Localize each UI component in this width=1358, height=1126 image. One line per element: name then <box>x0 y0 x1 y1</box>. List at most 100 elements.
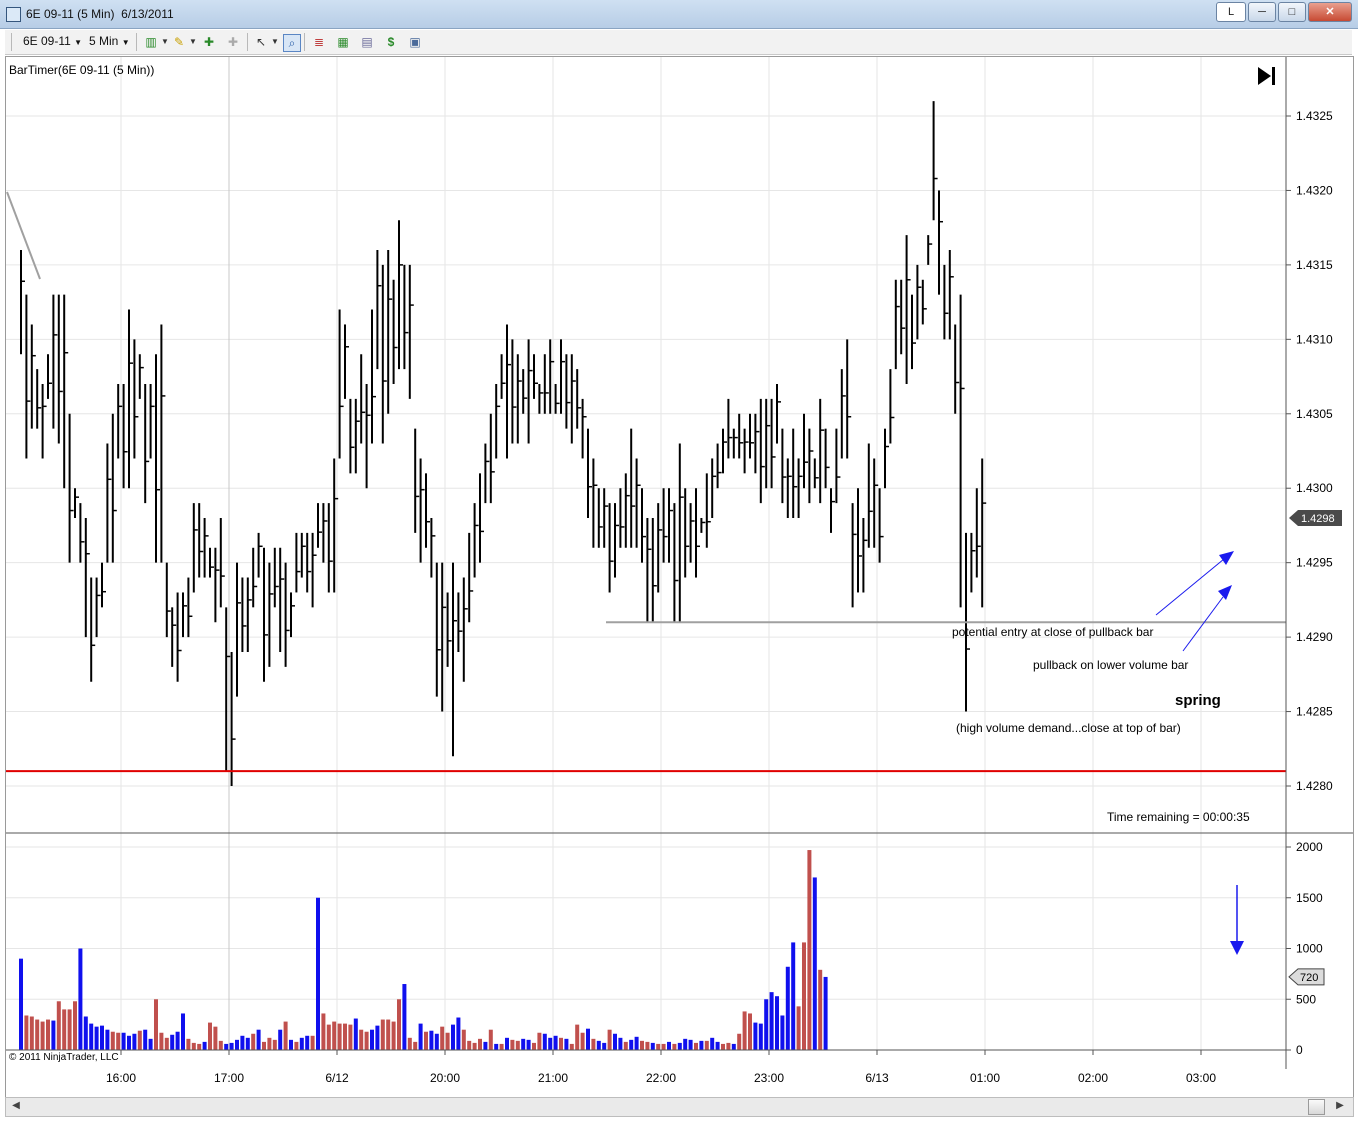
current-price-label: 1.4298 <box>1301 513 1335 525</box>
volume-bar <box>721 1043 725 1050</box>
time-remaining-label: Time remaining = 00:00:35 <box>1107 810 1250 824</box>
volume-bar <box>46 1019 50 1050</box>
volume-bar <box>559 1037 563 1050</box>
indicators-icon[interactable]: ≣ <box>311 34 327 50</box>
volume-bar <box>186 1038 191 1050</box>
volume-bar <box>78 948 83 1050</box>
maximize-button[interactable]: □ <box>1278 2 1306 22</box>
chevron-down-icon[interactable]: ▼ <box>267 34 283 50</box>
volume-bar <box>623 1041 628 1050</box>
price-tick-label: 1.4305 <box>1296 407 1333 421</box>
volume-bar <box>73 1001 77 1050</box>
volume-bar <box>137 1030 142 1050</box>
scroll-to-end-icon[interactable] <box>1258 67 1275 85</box>
volume-bar <box>461 1029 466 1050</box>
minimize-button[interactable]: ─ <box>1248 2 1276 22</box>
volume-bar <box>251 1033 256 1050</box>
volume-bar <box>245 1037 250 1050</box>
volume-bar <box>494 1043 499 1050</box>
volume-bar <box>19 958 23 1050</box>
annotation-demand: (high volume demand...close at top of ba… <box>956 721 1181 735</box>
close-button[interactable]: ✕ <box>1308 2 1352 22</box>
volume-bar <box>386 1019 391 1050</box>
time-tick-label: 6/13 <box>865 1071 889 1085</box>
volume-bar <box>148 1038 153 1050</box>
volume-bar <box>191 1042 196 1050</box>
volume-bar <box>154 999 158 1050</box>
volume-bar <box>397 999 401 1050</box>
tool-icon[interactable]: ✚ <box>201 34 217 50</box>
volume-bar <box>818 969 823 1050</box>
volume-bar <box>267 1037 272 1050</box>
horizontal-scrollbar[interactable]: ◀ ▶ <box>5 1097 1354 1117</box>
volume-bar <box>769 992 774 1050</box>
volume-bar <box>823 976 828 1050</box>
chevron-down-icon[interactable]: ▼ <box>185 34 201 50</box>
volume-bar <box>553 1035 558 1050</box>
properties-icon[interactable]: ▤ <box>359 34 375 50</box>
volume-bar <box>704 1040 709 1050</box>
volume-bar <box>650 1042 655 1050</box>
time-tick-label: 16:00 <box>106 1071 136 1085</box>
zoom-icon[interactable]: ⌕ <box>283 34 301 52</box>
volume-bar <box>726 1042 731 1050</box>
volume-axis: 2000 1500 1000 500 0 <box>1286 840 1323 1057</box>
volume-bar <box>548 1037 553 1050</box>
toolbar-separator <box>247 33 248 51</box>
volume-bar <box>391 1021 396 1050</box>
volume-bar <box>256 1029 261 1050</box>
volume-bar <box>602 1042 607 1050</box>
volume-bar <box>694 1042 698 1050</box>
volume-bar <box>418 1023 423 1050</box>
volume-bar <box>289 1039 293 1050</box>
volume-tick-label: 1500 <box>1296 891 1323 905</box>
volume-bar <box>40 1021 45 1050</box>
volume-bar <box>424 1031 428 1050</box>
volume-bar <box>688 1039 693 1050</box>
volume-bar <box>240 1035 245 1050</box>
volume-bar <box>586 1028 590 1050</box>
dollar-icon[interactable]: $ <box>383 34 399 50</box>
price-tick-label: 1.4295 <box>1296 556 1333 570</box>
chart-panel[interactable]: 1.4325 1.4320 1.4315 1.4310 1.4305 1.4300 1.42… <box>5 56 1354 1098</box>
volume-bar <box>110 1031 115 1050</box>
strategies-icon[interactable]: ▦ <box>335 34 351 50</box>
volume-bar <box>510 1039 515 1050</box>
scroll-left-icon[interactable]: ◀ <box>8 1099 24 1113</box>
volume-bar <box>224 1043 229 1050</box>
volume-tick-label: 2000 <box>1296 840 1323 854</box>
volume-bar <box>715 1041 720 1050</box>
volume-bar <box>640 1040 644 1050</box>
price-tick-label: 1.4320 <box>1296 183 1333 197</box>
volume-bar <box>51 1020 56 1050</box>
volume-bars <box>19 850 828 1050</box>
link-button[interactable]: L <box>1216 2 1246 22</box>
annotation-arrows <box>1155 551 1244 955</box>
volume-bar <box>127 1035 131 1050</box>
price-volume-chart[interactable]: 1.4325 1.4320 1.4315 1.4310 1.4305 1.4300 1.42… <box>6 57 1353 1097</box>
current-volume-marker: 720 <box>1288 968 1325 986</box>
data-box-icon[interactable]: ▣ <box>407 34 423 50</box>
volume-bar <box>326 1024 331 1050</box>
scrollbar-thumb[interactable] <box>1308 1099 1325 1115</box>
interval-selector[interactable]: 5 Min ▼ <box>89 34 130 48</box>
price-axis: 1.4325 1.4320 1.4315 1.4310 1.4305 1.4300 1.42… <box>1286 109 1333 793</box>
volume-bar <box>677 1042 682 1050</box>
volume-bar <box>213 1026 218 1050</box>
copyright-label: © 2011 NinjaTrader, LLC <box>9 1052 119 1063</box>
volume-bar <box>359 1029 364 1050</box>
volume-bar <box>337 1023 342 1050</box>
instrument-selector[interactable]: 6E 09-11 ▼ <box>23 34 82 48</box>
trendline[interactable] <box>6 191 41 280</box>
volume-bar <box>791 942 796 1050</box>
volume-bar <box>542 1033 547 1050</box>
scroll-right-icon[interactable]: ▶ <box>1332 1099 1348 1113</box>
annotation-spring: spring <box>1175 692 1221 709</box>
volume-bar <box>656 1043 661 1050</box>
volume-bar <box>170 1034 175 1050</box>
volume-bar <box>499 1043 504 1050</box>
volume-bar <box>364 1031 369 1050</box>
toolbar-grip <box>11 33 12 51</box>
volume-bar <box>710 1037 715 1050</box>
time-tick-label: 20:00 <box>430 1071 460 1085</box>
